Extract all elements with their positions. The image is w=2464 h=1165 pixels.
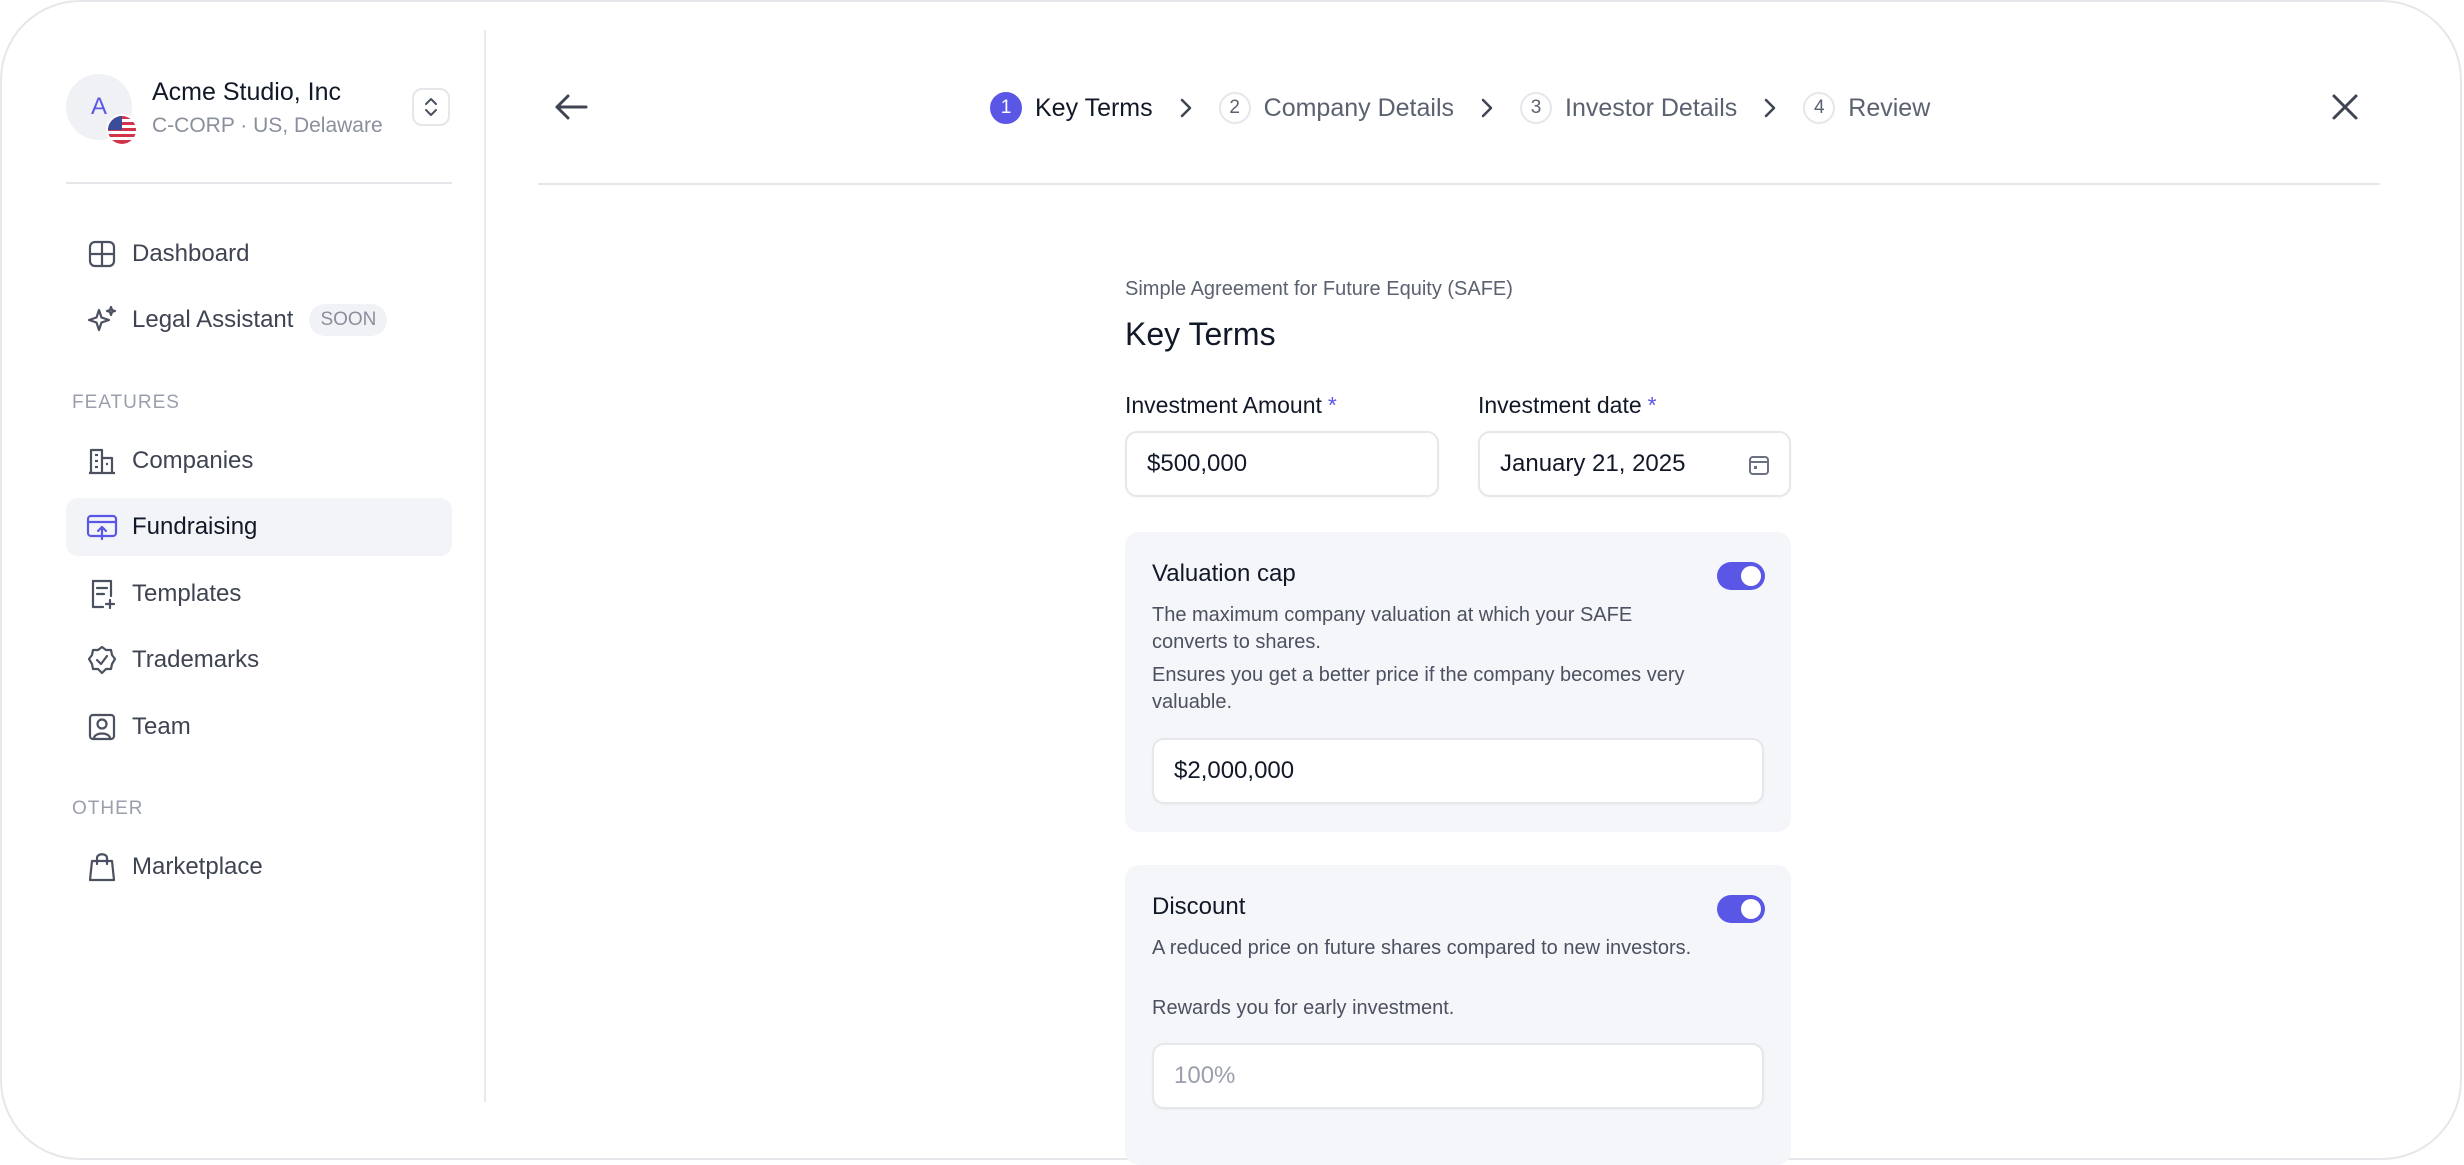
back-button[interactable] — [546, 82, 596, 132]
org-switcher[interactable]: A Acme Studio, Inc C-CORP · US, Delaware — [66, 74, 452, 146]
label-text: Investment Amount — [1125, 392, 1322, 418]
org-subtitle: C-CORP · US, Delaware — [152, 114, 383, 137]
label-text: Investment date — [1478, 392, 1642, 418]
step-number: 3 — [1520, 92, 1552, 124]
other-section-label: OTHER — [72, 798, 144, 819]
sidebar-item-label: Legal Assistant — [132, 306, 294, 333]
discount-title: Discount — [1152, 893, 1246, 920]
form-title: Key Terms — [1125, 316, 1276, 352]
sidebar-divider — [484, 30, 486, 1102]
investment-amount-label: Investment Amount * — [1125, 392, 1337, 419]
org-name: Acme Studio, Inc — [152, 78, 341, 106]
valuation-cap-title: Valuation cap — [1152, 560, 1296, 587]
sidebar-item-label: Trademarks — [132, 646, 260, 673]
calendar-icon — [1747, 453, 1771, 484]
investment-date-label: Investment date * — [1478, 392, 1657, 419]
discount-description: A reduced price on future shares compare… — [1152, 937, 1692, 959]
sidebar-item-trademarks[interactable]: Trademarks — [66, 631, 452, 689]
required-marker: * — [1647, 392, 1657, 418]
close-button[interactable] — [2320, 82, 2370, 132]
sidebar-item-templates[interactable]: Templates — [66, 565, 452, 623]
sidebar-item-marketplace[interactable]: Marketplace — [66, 838, 452, 896]
wizard-steps: 1 Key Terms 2 Company Details 3 Investor… — [990, 88, 1930, 128]
sidebar-item-fundraising[interactable]: Fundraising — [66, 498, 452, 556]
input-placeholder: 100% — [1174, 1062, 1236, 1089]
arrow-left-icon — [555, 94, 588, 120]
sidebar-item-label: Dashboard — [132, 240, 250, 267]
toggle-knob — [1741, 899, 1761, 919]
step-investor-details[interactable]: 3 Investor Details — [1520, 92, 1737, 124]
org-switch-button[interactable] — [412, 88, 450, 126]
input-value: January 21, 2025 — [1500, 450, 1686, 477]
valuation-cap-description: The maximum company valuation at which y… — [1152, 604, 1633, 653]
sidebar-item-team[interactable]: Team — [66, 698, 452, 756]
investment-date-picker[interactable]: January 21, 2025 — [1478, 431, 1791, 497]
chevron-up-down-icon — [425, 98, 437, 116]
dashboard-icon — [86, 238, 118, 270]
input-value: $2,000,000 — [1174, 757, 1295, 784]
shopping-bag-icon — [86, 851, 118, 883]
step-key-terms[interactable]: 1 Key Terms — [990, 92, 1153, 124]
trademark-badge-icon — [86, 644, 118, 676]
building-icon — [86, 445, 118, 477]
step-number: 1 — [990, 92, 1022, 124]
input-value: $500,000 — [1147, 450, 1248, 477]
valuation-cap-benefit: Ensures you get a better price if the co… — [1152, 664, 1685, 713]
close-icon — [2332, 94, 2358, 120]
valuation-cap-card: Valuation cap The maximum company valuat… — [1125, 532, 1791, 832]
form-eyebrow: Simple Agreement for Future Equity (SAFE… — [1125, 278, 1513, 300]
step-review[interactable]: 4 Review — [1803, 92, 1930, 124]
required-marker: * — [1327, 392, 1337, 418]
discount-card: Discount A reduced price on future share… — [1125, 865, 1791, 1165]
step-label: Key Terms — [1035, 93, 1153, 122]
valuation-cap-toggle[interactable] — [1717, 562, 1765, 590]
us-flag-icon — [106, 114, 138, 146]
step-label: Review — [1848, 93, 1931, 122]
step-label: Investor Details — [1565, 93, 1738, 122]
features-section-label: FEATURES — [72, 392, 180, 413]
step-company-details[interactable]: 2 Company Details — [1218, 92, 1454, 124]
discount-benefit: Rewards you for early investment. — [1152, 997, 1455, 1019]
sidebar-separator — [66, 182, 452, 184]
discount-input[interactable]: 100% — [1152, 1043, 1764, 1109]
valuation-cap-input[interactable]: $2,000,000 — [1152, 738, 1764, 804]
sidebar-item-companies[interactable]: Companies — [66, 432, 452, 490]
toggle-knob — [1741, 566, 1761, 586]
chevron-right-icon — [1179, 97, 1193, 119]
soon-badge: SOON — [309, 304, 388, 336]
sidebar-item-label: Companies — [132, 447, 254, 474]
discount-toggle[interactable] — [1717, 895, 1765, 923]
step-label: Company Details — [1263, 93, 1454, 122]
sidebar-item-dashboard[interactable]: Dashboard — [66, 225, 452, 283]
sidebar-item-label: Team — [132, 713, 191, 740]
step-number: 4 — [1803, 92, 1836, 124]
team-icon — [86, 711, 118, 743]
org-avatar-letter: A — [90, 93, 107, 120]
chevron-right-icon — [1480, 97, 1494, 119]
sidebar-item-legal-assistant[interactable]: Legal Assistant SOON — [66, 291, 452, 349]
fundraising-icon — [86, 511, 118, 543]
sparkle-icon — [86, 304, 118, 336]
header-separator — [538, 183, 2380, 185]
chevron-right-icon — [1763, 97, 1777, 119]
investment-amount-input[interactable]: $500,000 — [1125, 431, 1439, 497]
step-number: 2 — [1218, 92, 1251, 124]
sidebar-item-label: Templates — [132, 580, 242, 607]
template-icon — [86, 578, 118, 610]
sidebar-item-label: Marketplace — [132, 853, 263, 880]
sidebar-item-label: Fundraising — [132, 513, 258, 540]
